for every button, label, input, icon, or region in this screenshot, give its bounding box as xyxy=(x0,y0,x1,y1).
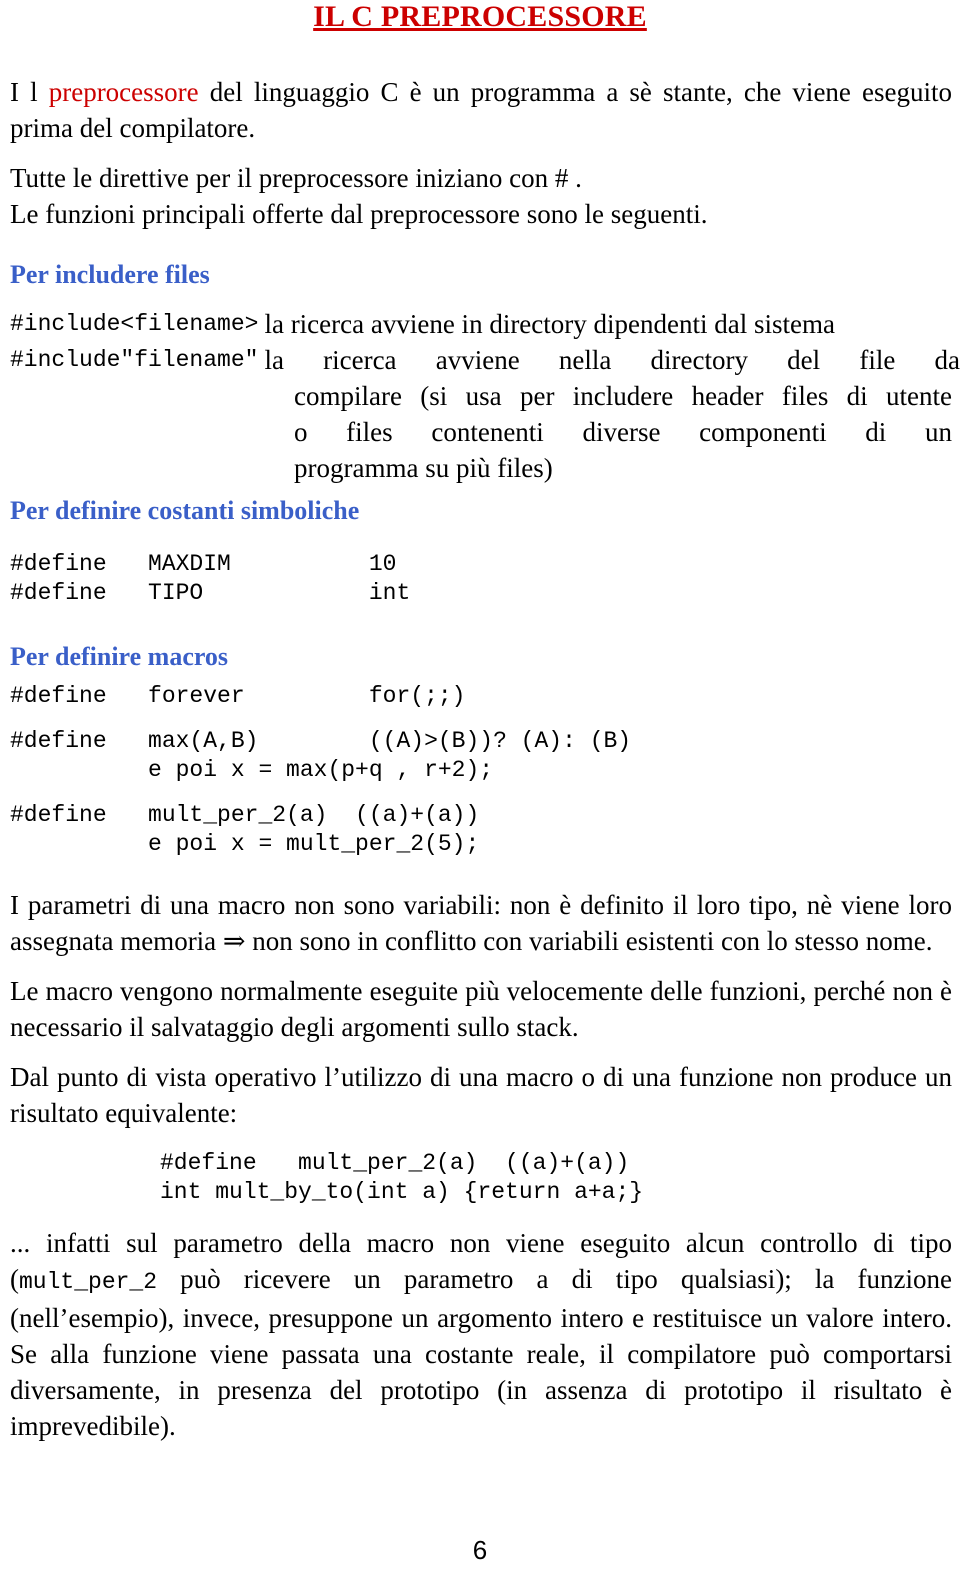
code-block-forever: #define forever for(;;) xyxy=(10,682,960,711)
code-block-comparison: #define mult_per_2(a) ((a)+(a)) int mult… xyxy=(160,1149,960,1207)
code-block-max: #define max(A,B) ((A)>(B))? (A): (B) e p… xyxy=(10,727,960,785)
intro-text-before: I l xyxy=(10,77,49,107)
include-directive-quote: #include"filename" xyxy=(10,347,259,373)
intro-paragraph-3: Le funzioni principali offerte dal prepr… xyxy=(10,199,708,229)
code-line-maxdim: #define MAXDIM 10 xyxy=(10,551,397,577)
document-page: IL C PREPROCESSORE I l preprocessore del… xyxy=(0,0,960,1576)
page-title: IL C PREPROCESSORE xyxy=(313,0,647,33)
include-continuation-line-1: compilare (si usa per includere header f… xyxy=(294,381,952,411)
include-description-quote: la ricerca avviene nella directory del f… xyxy=(264,345,960,375)
intro-paragraph-2: Tutte le direttive per il preprocessore … xyxy=(10,163,582,193)
note-paragraph-operativo: Dal punto di vista operativo l’utilizzo … xyxy=(10,1062,952,1128)
include-description-continuation: compilare (si usa per includere header f… xyxy=(294,378,952,486)
code-line-forever: #define forever for(;;) xyxy=(10,683,466,709)
section-heading-include: Per includere files xyxy=(10,260,210,289)
code-block-mult: #define mult_per_2(a) ((a)+(a)) e poi x … xyxy=(10,801,960,859)
code-line-mult-define: #define mult_per_2(a) ((a)+(a)) xyxy=(10,802,480,828)
intro-paragraph-1: I l preprocessore del linguaggio C è un … xyxy=(10,74,952,146)
note-paragraph-velocita: Le macro vengono normalmente eseguite pi… xyxy=(10,976,952,1042)
note-paragraph-parametri: I parametri di una macro non sono variab… xyxy=(10,890,952,956)
code-line-max-define: #define max(A,B) ((A)>(B))? (A): (B) xyxy=(10,728,632,754)
intro-highlight-preprocessore: preprocessore xyxy=(48,77,199,107)
final-inline-code-mult-per-2: mult_per_2 xyxy=(19,1269,158,1295)
include-directive-angle: #include<filename> xyxy=(10,311,259,337)
include-description-angle: la ricerca avviene in directory dipenden… xyxy=(264,309,835,339)
include-continuation-line-2: o files contenenti diverse componenti di… xyxy=(294,417,952,447)
code-line-max-usage: e poi x = max(p+q , r+2); xyxy=(10,757,494,783)
section-heading-costanti: Per definire costanti simboliche xyxy=(10,496,360,525)
code-block-costanti: #define MAXDIM 10 #define TIPO int xyxy=(10,550,960,608)
code-line-tipo: #define TIPO int xyxy=(10,580,411,606)
section-heading-macros: Per definire macros xyxy=(10,642,229,671)
include-row-angle: #include<filename> la ricerca avviene in… xyxy=(10,306,960,342)
code-line-compare-define: #define mult_per_2(a) ((a)+(a)) xyxy=(160,1150,630,1176)
include-row-quote: #include"filename" la ricerca avviene ne… xyxy=(10,342,960,378)
page-number: 6 xyxy=(472,1535,488,1565)
include-continuation-line-3: programma su più files) xyxy=(294,453,553,483)
note-paragraph-final: ... infatti sul parametro della macro no… xyxy=(10,1225,952,1444)
code-line-mult-usage: e poi x = mult_per_2(5); xyxy=(10,831,480,857)
code-line-compare-function: int mult_by_to(int a) {return a+a;} xyxy=(160,1179,644,1205)
